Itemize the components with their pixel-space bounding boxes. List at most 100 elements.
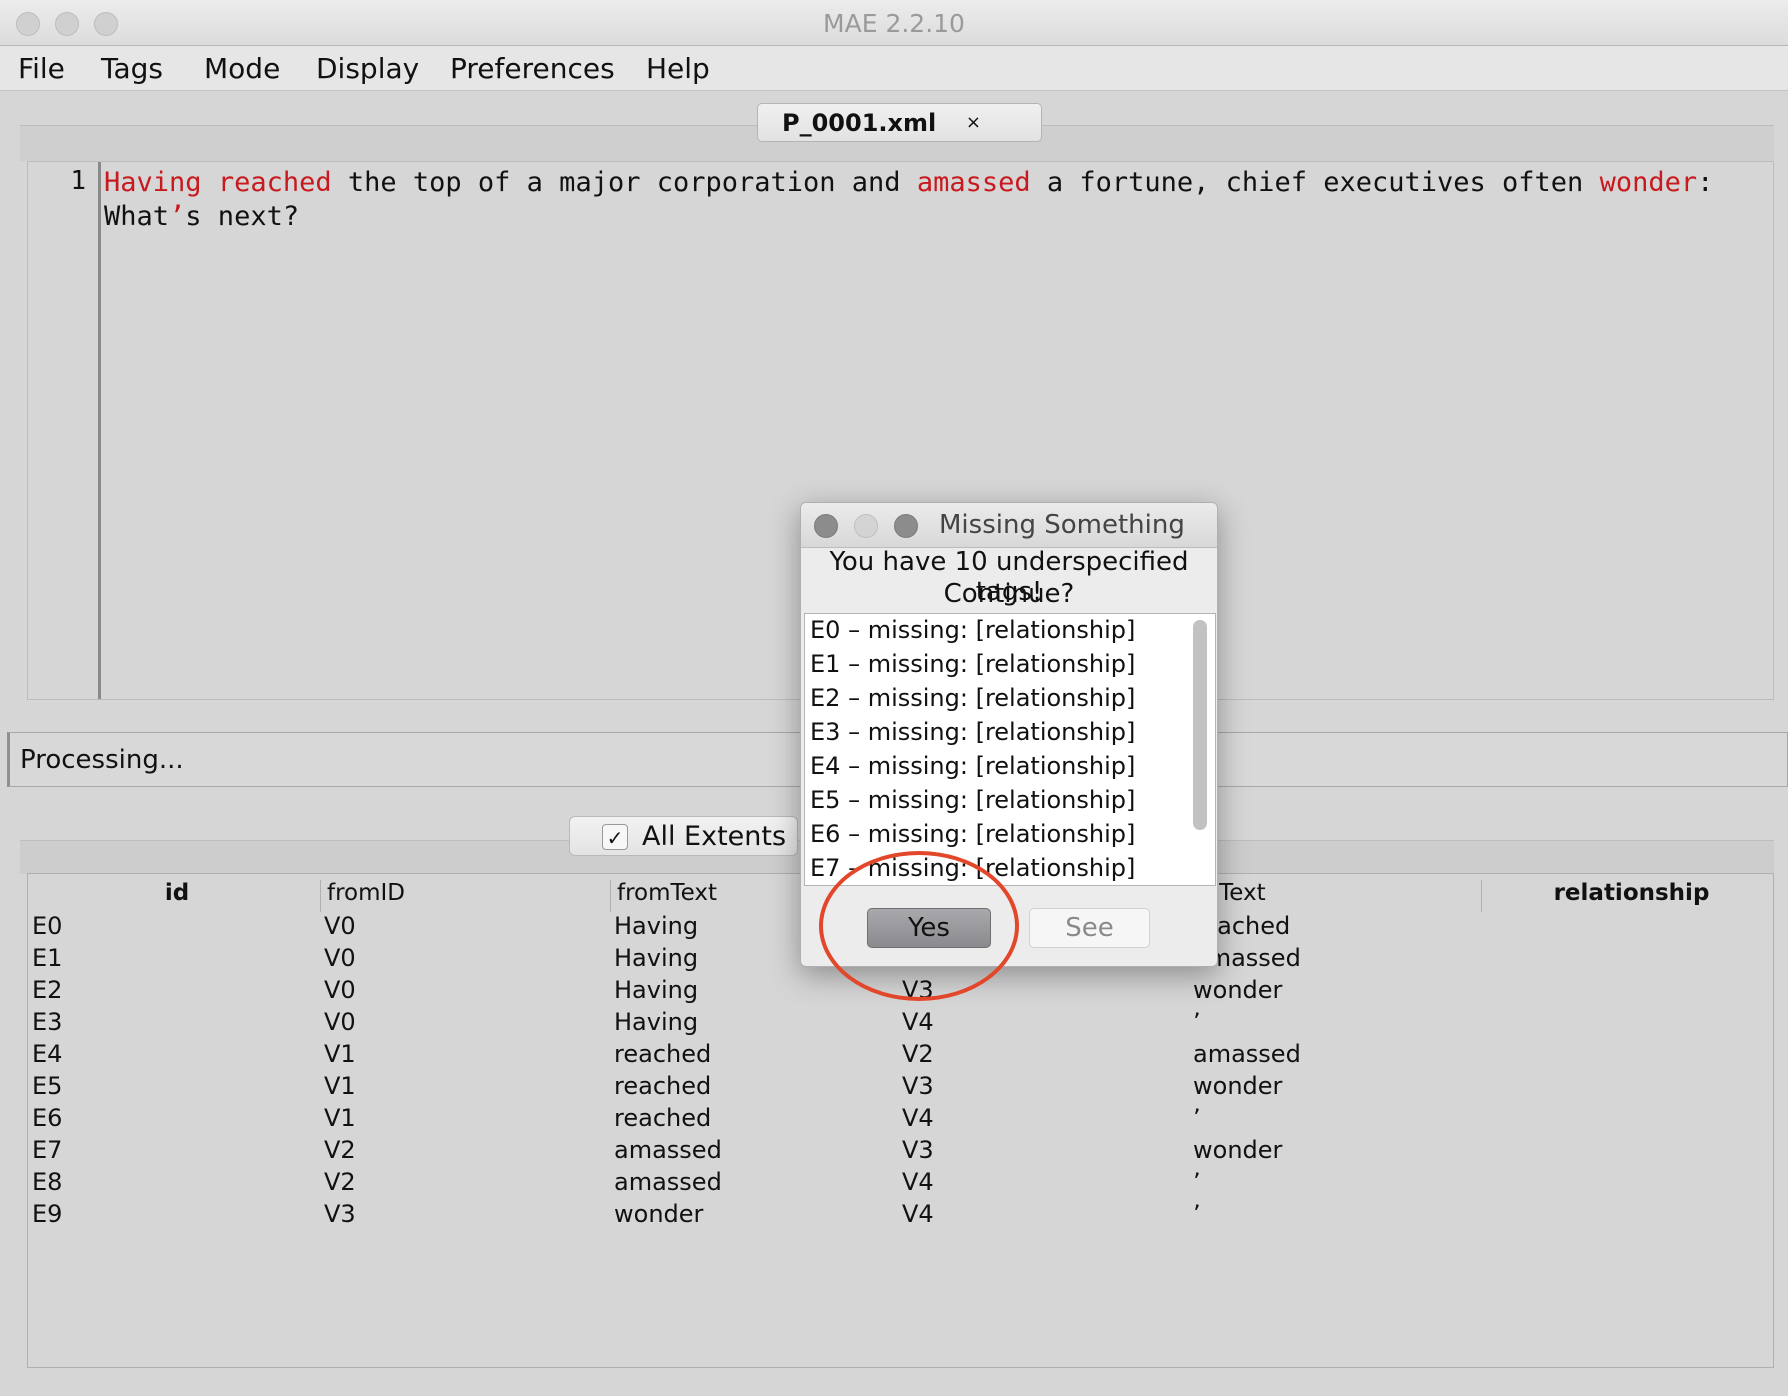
cell-fromID: V1 — [324, 1040, 356, 1068]
all-extents-toggle[interactable]: ✓ All Extents — [569, 816, 798, 856]
cell-fromText: reached — [614, 1104, 712, 1132]
line-number: 1 — [28, 162, 101, 699]
cell-fromID: V2 — [324, 1168, 356, 1196]
list-item[interactable]: E7 – missing: [relationship] — [810, 854, 1135, 882]
menu-display[interactable]: Display — [316, 52, 419, 85]
cell-toID: V2 — [902, 1040, 934, 1068]
text-segment: a fortune, chief executives often — [1030, 167, 1600, 198]
checkbox-checked-icon[interactable]: ✓ — [602, 824, 628, 850]
cell-toText: ’ — [1193, 1104, 1201, 1132]
cell-fromText: Having — [614, 1008, 699, 1036]
dialog-zoom-button[interactable] — [894, 514, 918, 538]
cell-fromText: Having — [614, 944, 699, 972]
title-bar: MAE 2.2.10 — [0, 0, 1788, 46]
cell-fromID: V0 — [324, 1008, 356, 1036]
cell-fromID: V0 — [324, 912, 356, 940]
cell-fromText: Having — [614, 912, 699, 940]
menu-help[interactable]: Help — [646, 52, 710, 85]
cell-fromText: amassed — [614, 1168, 722, 1196]
list-item[interactable]: E1 – missing: [relationship] — [810, 650, 1135, 678]
menu-file[interactable]: File — [18, 52, 65, 85]
table-row[interactable]: E2 V0 Having V3 wonder — [28, 976, 1773, 1008]
missing-tags-list[interactable]: E0 – missing: [relationship] E1 – missing… — [804, 613, 1216, 886]
dialog-title-bar: Missing Something — [801, 503, 1217, 548]
tab-file[interactable]: P_0001.xml × — [757, 103, 1042, 142]
cell-toText: ’ — [1193, 1200, 1201, 1228]
table-row[interactable]: E4 V1 reached V2 amassed — [28, 1040, 1773, 1072]
menu-mode[interactable]: Mode — [204, 52, 280, 85]
cell-id: E4 — [32, 1040, 63, 1068]
annotated-extent[interactable]: Having — [104, 167, 202, 198]
cell-fromText: amassed — [614, 1136, 722, 1164]
cell-toID: V4 — [902, 1008, 934, 1036]
column-header-fromID[interactable]: fromID — [320, 880, 610, 912]
dialog-close-button[interactable] — [814, 514, 838, 538]
see-button[interactable]: See — [1029, 908, 1150, 948]
list-item[interactable]: E6 – missing: [relationship] — [810, 820, 1135, 848]
table-row[interactable]: E8 V2 amassed V4 ’ — [28, 1168, 1773, 1200]
list-scrollbar[interactable] — [1193, 620, 1207, 830]
cell-id: E9 — [32, 1200, 63, 1228]
list-item[interactable]: E2 – missing: [relationship] — [810, 684, 1135, 712]
tab-label: P_0001.xml — [782, 109, 937, 137]
menu-tags[interactable]: Tags — [101, 52, 163, 85]
cell-id: E1 — [32, 944, 63, 972]
missing-something-dialog: Missing Something You have 10 underspeci… — [800, 502, 1218, 967]
cell-toText: amassed — [1193, 1040, 1301, 1068]
column-header-toText[interactable]: toText — [1189, 880, 1481, 912]
cell-fromText: reached — [614, 1072, 712, 1100]
cell-toID: V3 — [902, 1136, 934, 1164]
column-header-id[interactable]: id — [28, 880, 320, 912]
list-item[interactable]: E4 – missing: [relationship] — [810, 752, 1135, 780]
cell-toText: ’ — [1193, 1008, 1201, 1036]
cell-id: E0 — [32, 912, 63, 940]
cell-fromText: wonder — [614, 1200, 704, 1228]
cell-toID: V4 — [902, 1200, 934, 1228]
cell-toID: V3 — [902, 1072, 934, 1100]
table-row[interactable]: E3 V0 Having V4 ’ — [28, 1008, 1773, 1040]
cell-fromID: V3 — [324, 1200, 356, 1228]
cell-fromText: reached — [614, 1040, 712, 1068]
text-segment: s next? — [185, 201, 300, 232]
window-title: MAE 2.2.10 — [823, 9, 965, 38]
cell-toID: V4 — [902, 1104, 934, 1132]
cell-toText: ’ — [1193, 1168, 1201, 1196]
close-tab-icon[interactable]: × — [966, 112, 981, 133]
all-extents-label: All Extents — [642, 821, 787, 852]
cell-id: E7 — [32, 1136, 63, 1164]
cell-toText: wonder — [1193, 1072, 1283, 1100]
annotated-extent[interactable]: wonder — [1600, 167, 1698, 198]
list-item[interactable]: E3 – missing: [relationship] — [810, 718, 1135, 746]
cell-toID: V3 — [902, 976, 934, 1004]
cell-id: E2 — [32, 976, 63, 1004]
cell-id: E5 — [32, 1072, 63, 1100]
cell-id: E8 — [32, 1168, 63, 1196]
dialog-title: Missing Something — [939, 510, 1185, 540]
column-header-relationship[interactable]: relationship — [1481, 880, 1775, 912]
cell-fromID: V1 — [324, 1072, 356, 1100]
cell-fromID: V2 — [324, 1136, 356, 1164]
menu-bar: File Tags Mode Display Preferences Help — [0, 46, 1788, 91]
menu-preferences[interactable]: Preferences — [450, 52, 615, 85]
text-segment — [202, 167, 218, 198]
annotated-extent[interactable]: ’ — [169, 201, 185, 232]
table-row[interactable]: E6 V1 reached V4 ’ — [28, 1104, 1773, 1136]
cell-toText: wonder — [1193, 976, 1283, 1004]
annotated-extent[interactable]: amassed — [917, 167, 1031, 198]
list-item[interactable]: E5 – missing: [relationship] — [810, 786, 1135, 814]
list-item[interactable]: E0 – missing: [relationship] — [810, 616, 1135, 644]
yes-button[interactable]: Yes — [867, 908, 991, 948]
table-row[interactable]: E9 V3 wonder V4 ’ — [28, 1200, 1773, 1232]
cell-fromText: Having — [614, 976, 699, 1004]
cell-toText: wonder — [1193, 1136, 1283, 1164]
cell-id: E6 — [32, 1104, 63, 1132]
dialog-question: Continue? — [943, 579, 1075, 609]
text-segment: the top of a major corporation and — [331, 167, 917, 198]
table-row[interactable]: E7 V2 amassed V3 wonder — [28, 1136, 1773, 1168]
cell-id: E3 — [32, 1008, 63, 1036]
table-row[interactable]: E5 V1 reached V3 wonder — [28, 1072, 1773, 1104]
document-text[interactable]: Having reached the top of a major corpor… — [104, 166, 1764, 234]
dialog-minimize-button — [854, 514, 878, 538]
cell-fromID: V1 — [324, 1104, 356, 1132]
annotated-extent[interactable]: reached — [218, 167, 332, 198]
